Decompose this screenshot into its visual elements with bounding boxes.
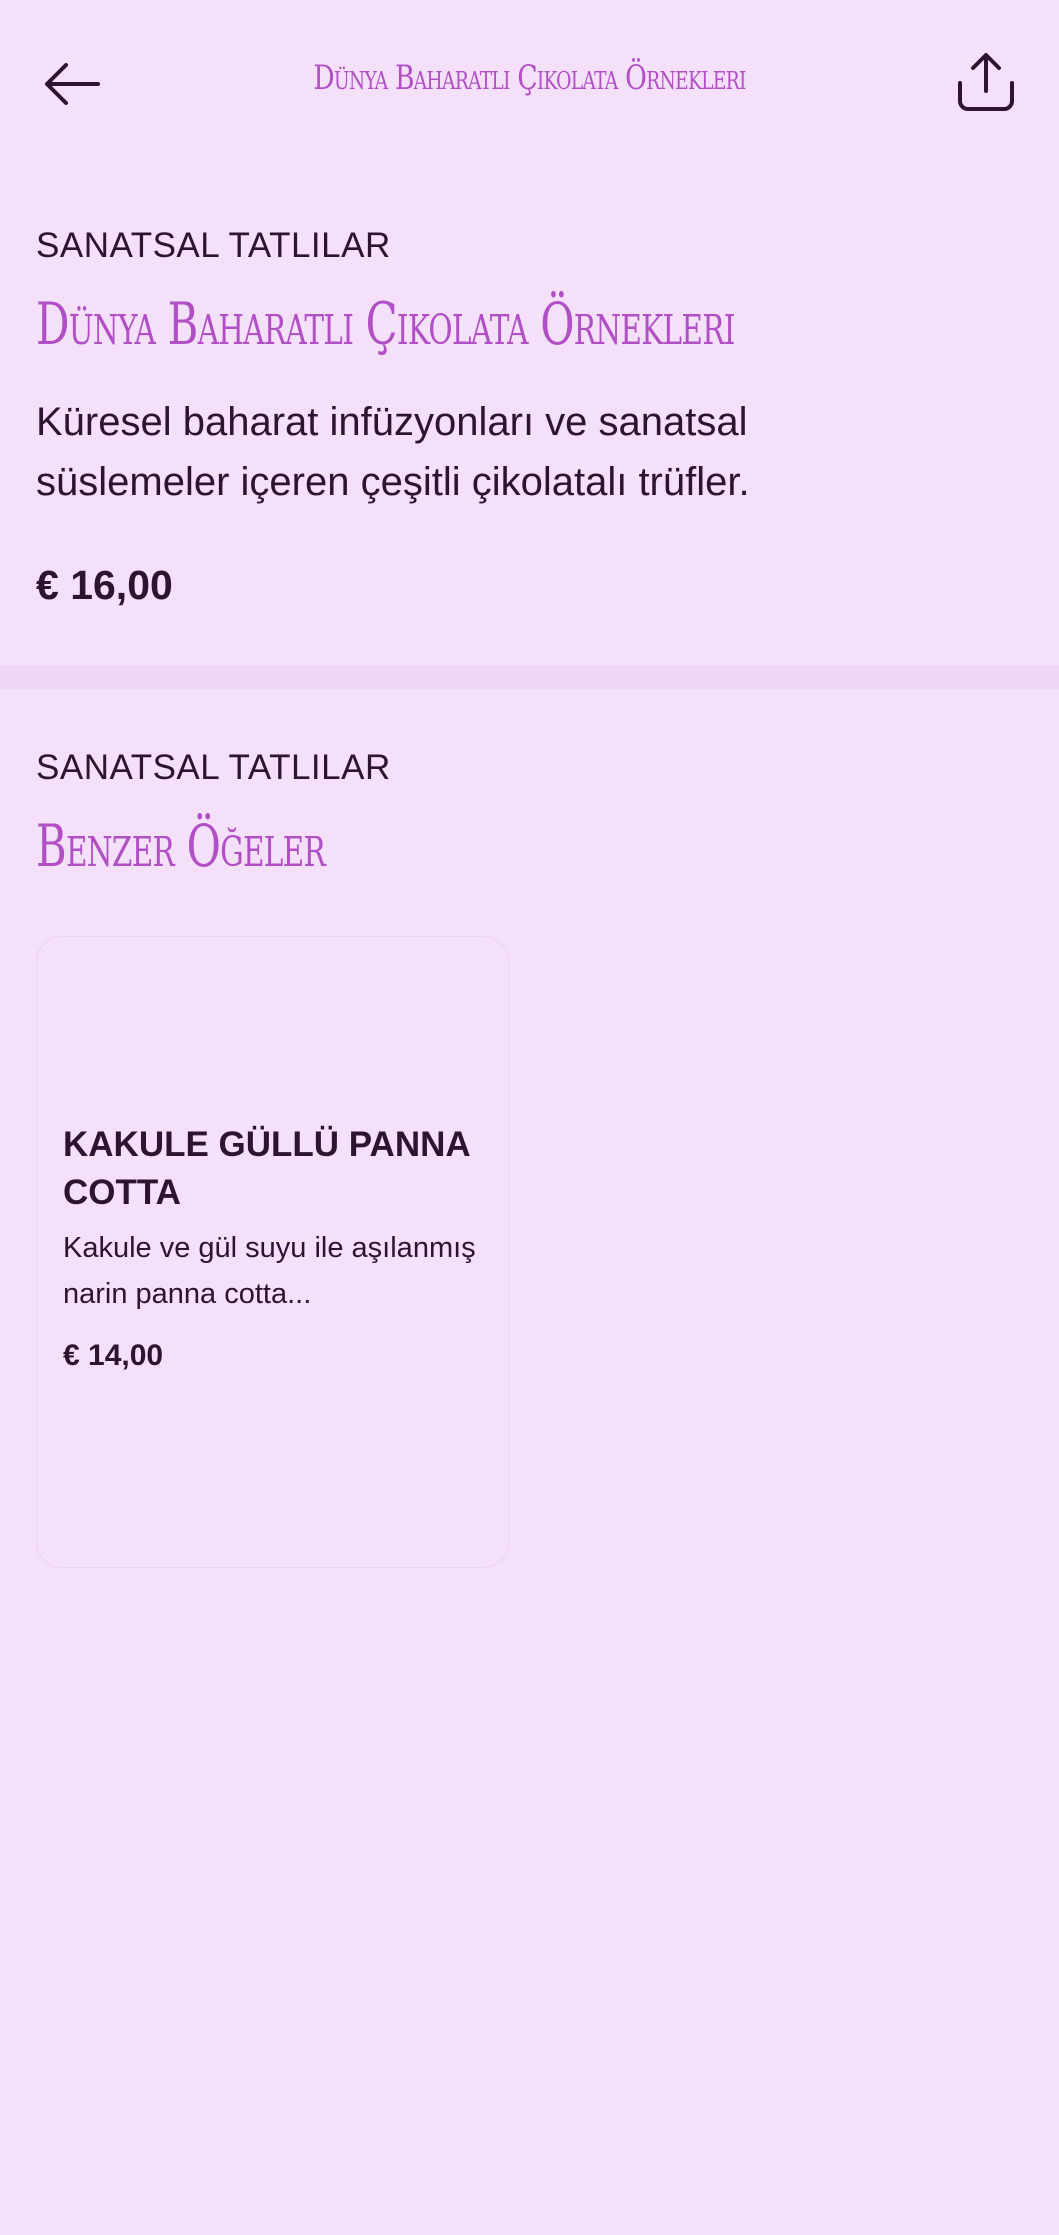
share-button[interactable]	[948, 44, 1024, 120]
similar-category: SANATSAL TATLILAR	[36, 748, 391, 787]
header-title: Dünya Baharatlı Çikolata Örnekleri	[313, 58, 746, 98]
product-category: SANATSAL TATLILAR	[36, 226, 391, 265]
similar-items-title: Benzer Öğeler	[36, 812, 326, 880]
similar-item-card[interactable]: KAKULE GÜLLÜ PANNA COTTA Kakule ve gül s…	[36, 936, 509, 1568]
top-app-bar: Dünya Baharatlı Çikolata Örnekleri	[0, 0, 1059, 170]
arrow-left-icon	[45, 63, 100, 105]
similar-item-name: KAKULE GÜLLÜ PANNA COTTA	[63, 1125, 470, 1212]
similar-item-price: € 14,00	[63, 1339, 164, 1372]
product-price: € 16,00	[36, 562, 173, 608]
product-description: Küresel baharat infüzyonları ve sanatsal…	[36, 400, 750, 504]
product-title: Dünya Baharatlı Çikolata Örnekleri	[36, 290, 735, 358]
back-button[interactable]	[36, 48, 108, 120]
similar-item-description: Kakule ve gül suyu ile aşılanmış narin p…	[63, 1232, 476, 1310]
section-divider	[0, 665, 1059, 689]
share-icon	[958, 53, 1014, 111]
